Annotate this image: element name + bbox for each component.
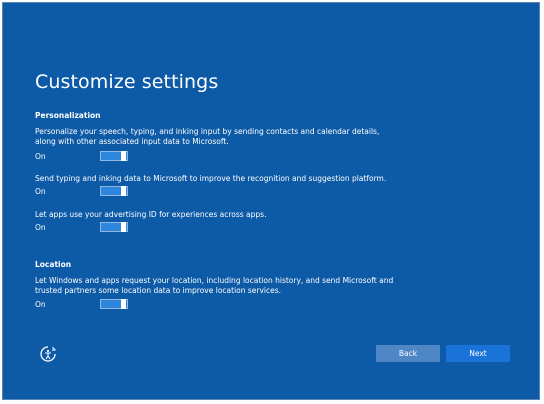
setting-state-inking-data: On [35, 187, 46, 196]
next-button[interactable]: Next [446, 345, 510, 362]
toggle-location[interactable] [100, 299, 128, 309]
personalization-heading: Personalization [35, 111, 101, 120]
setting-description-speech-typing: Personalize your speech, typing, and ink… [35, 127, 380, 146]
setting-description-advertising-id: Let apps use your advertising ID for exp… [35, 210, 267, 219]
toggle-knob [121, 222, 126, 232]
setting-state-speech-typing: On [35, 152, 46, 161]
setting-description-location: Let Windows and apps request your locati… [35, 276, 394, 295]
toggle-speech-typing[interactable] [100, 151, 128, 161]
back-button[interactable]: Back [376, 345, 440, 362]
toggle-knob [121, 151, 126, 161]
toggle-knob [121, 186, 126, 196]
ease-of-access-icon[interactable] [39, 345, 57, 363]
toggle-inking-data[interactable] [100, 186, 128, 196]
toggle-advertising-id[interactable] [100, 222, 128, 232]
toggle-knob [121, 299, 126, 309]
location-heading: Location [35, 260, 72, 269]
setting-state-advertising-id: On [35, 223, 46, 232]
page-title: Customize settings [35, 71, 219, 93]
oobe-screen: Customize settings Personalization Perso… [2, 2, 540, 400]
setting-state-location: On [35, 300, 46, 309]
setting-description-inking-data: Send typing and inking data to Microsoft… [35, 174, 387, 183]
